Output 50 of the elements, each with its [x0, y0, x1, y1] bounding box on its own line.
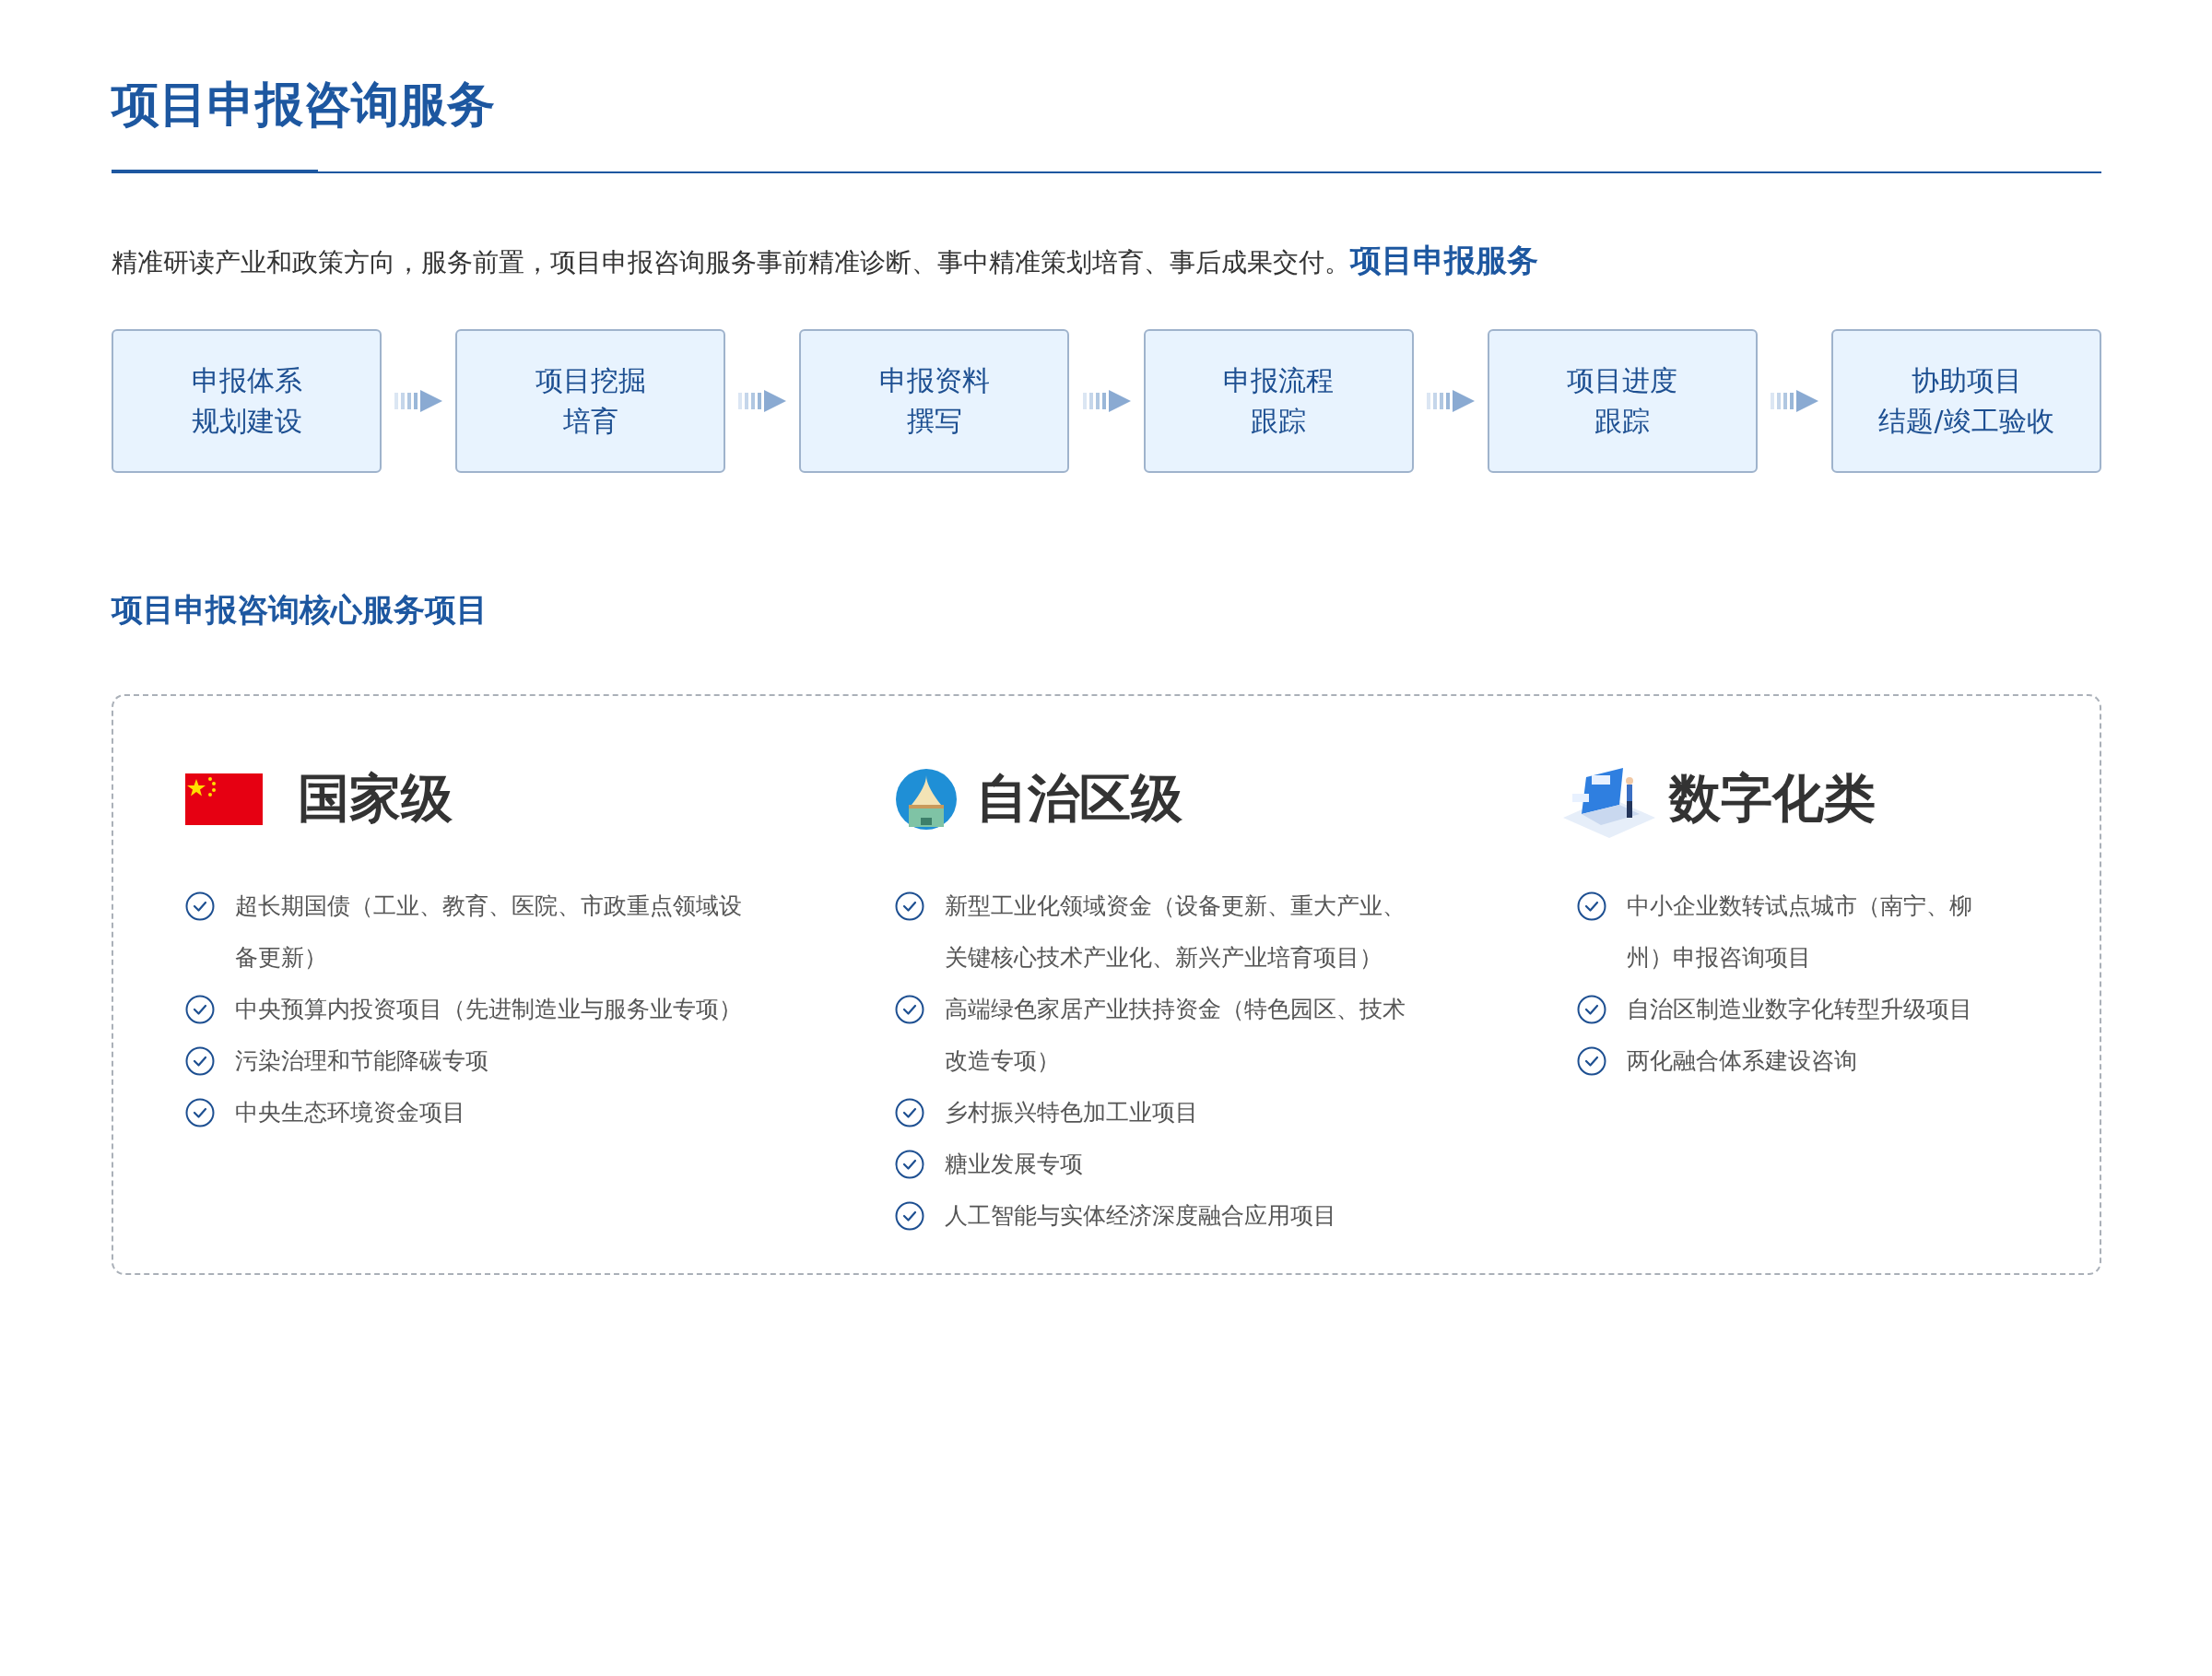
step-label: 培育 — [562, 404, 618, 439]
step-label: 规划建设 — [191, 404, 302, 439]
arrow-icon — [1426, 387, 1475, 415]
list-item: 污染治理和节能降碳专项 — [235, 1046, 489, 1076]
arrow-icon — [394, 387, 443, 415]
list-item: 两化融合体系建设咨询 — [1627, 1046, 1858, 1076]
list-item: 乡村振兴特色加工业项目 — [945, 1098, 1199, 1127]
intro-text: 精准研读产业和政策方向，服务前置，项目申报咨询服务事前精准诊断、事中精准策划培育、事后成果交付。 — [112, 247, 1350, 279]
step-label: 撰写 — [906, 404, 962, 439]
check-circle-icon — [185, 1098, 215, 1127]
list-item: 高端绿色家居产业扶持资金（特色园区、技术改造专项） — [945, 995, 1406, 1076]
step-label: 项目进度 — [1567, 363, 1678, 398]
check-circle-icon — [185, 995, 215, 1024]
list-item: 人工智能与实体经济深度融合应用项目 — [945, 1201, 1337, 1231]
list-item: 中小企业数转试点城市（南宁、柳州）申报咨询项目 — [1627, 891, 1973, 973]
column-title: 数字化类 — [1669, 767, 1876, 830]
arrow-icon — [1770, 387, 1818, 415]
check-circle-icon — [895, 891, 924, 921]
step-label: 跟踪 — [1251, 404, 1307, 439]
step-label: 项目挖掘 — [535, 363, 646, 398]
check-circle-icon — [895, 1201, 924, 1231]
section-heading: 项目申报咨询核心服务项目 — [112, 590, 488, 630]
flag-icon — [185, 773, 263, 825]
step-label: 协助项目 — [1911, 363, 2022, 398]
check-circle-icon — [895, 1150, 924, 1179]
column-title: 自治区级 — [976, 767, 1182, 830]
arrow-icon — [1082, 387, 1131, 415]
list-item: 新型工业化领域资金（设备更新、重大产业、关键核心技术产业化、新兴产业培育项目） — [945, 891, 1406, 973]
section-heading: 项目申报服务 — [1350, 241, 1538, 280]
arrow-icon — [738, 387, 787, 415]
step-label: 结题/竣工验收 — [1878, 404, 2054, 439]
building-icon — [895, 768, 958, 831]
check-circle-icon — [185, 891, 215, 921]
step-label: 跟踪 — [1594, 404, 1651, 439]
step-label: 申报流程 — [1223, 363, 1335, 398]
page-title: 项目申报咨询服务 — [112, 76, 495, 134]
list-item: 糖业发展专项 — [945, 1150, 1084, 1179]
column-title: 国家级 — [298, 767, 453, 830]
list-item: 中央生态环境资金项目 — [235, 1098, 466, 1127]
check-circle-icon — [1577, 1046, 1606, 1076]
check-circle-icon — [1577, 891, 1606, 921]
check-circle-icon — [895, 1098, 924, 1127]
check-circle-icon — [1577, 995, 1606, 1024]
step-label: 申报体系 — [191, 363, 302, 398]
step-label: 申报资料 — [878, 363, 990, 398]
list-item: 超长期国债（工业、教育、医院、市政重点领域设备更新） — [235, 891, 742, 973]
check-circle-icon — [895, 995, 924, 1024]
list-item: 自治区制造业数字化转型升级项目 — [1627, 995, 1973, 1024]
check-circle-icon — [185, 1046, 215, 1076]
list-item: 中央预算内投资项目（先进制造业与服务业专项） — [235, 995, 742, 1024]
